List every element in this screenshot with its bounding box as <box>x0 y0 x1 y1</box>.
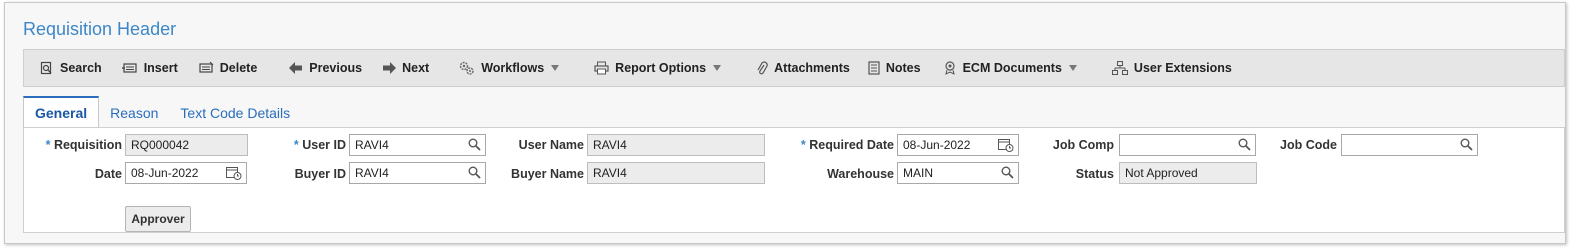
tab-text-code-details[interactable]: Text Code Details <box>169 98 301 127</box>
ecm-documents-label: ECM Documents <box>962 61 1062 75</box>
attachments-label: Attachments <box>774 61 850 75</box>
warehouse-label: Warehouse <box>827 167 894 181</box>
printer-icon <box>594 61 609 75</box>
arrow-right-icon <box>383 62 397 74</box>
required-date-field[interactable]: 08-Jun-2022 <box>897 134 1019 156</box>
buyer-id-label: Buyer ID <box>294 167 346 181</box>
job-code-field[interactable] <box>1341 134 1478 156</box>
insert-button[interactable]: Insert <box>116 50 184 86</box>
report-options-button[interactable]: Report Options <box>588 50 738 86</box>
warehouse-field[interactable]: MAIN <box>897 162 1019 184</box>
user-extensions-label: User Extensions <box>1133 61 1232 75</box>
previous-button[interactable]: Previous <box>283 50 368 86</box>
job-code-label: Job Code <box>1280 138 1337 152</box>
ecm-documents-button[interactable]: ECM Documents <box>937 50 1094 86</box>
search-button[interactable]: Search <box>34 50 108 86</box>
date-label: Date <box>94 167 122 181</box>
notes-label: Notes <box>885 61 921 75</box>
calendar-icon[interactable] <box>226 166 242 180</box>
general-panel: * Requisition RQ000042 * User ID RAVI4 U… <box>23 127 1565 233</box>
user-name-label: User Name <box>518 138 584 152</box>
next-label: Next <box>402 61 430 75</box>
user-id-label: * User ID <box>293 138 346 152</box>
ecm-documents-dropdown-icon[interactable] <box>1068 65 1084 71</box>
calendar-icon[interactable] <box>998 138 1014 152</box>
previous-label: Previous <box>309 61 363 75</box>
workflows-label: Workflows <box>481 61 545 75</box>
user-id-field[interactable]: RAVI4 <box>349 134 486 156</box>
insert-label: Insert <box>143 61 178 75</box>
magnifier-icon[interactable] <box>468 166 481 179</box>
magnifier-icon[interactable] <box>1460 138 1473 151</box>
user-name-field: RAVI4 <box>587 134 765 156</box>
ecm-icon <box>944 61 955 75</box>
requisition-field: RQ000042 <box>125 134 248 156</box>
notes-button[interactable]: Notes <box>862 50 927 86</box>
delete-icon <box>199 61 214 73</box>
buyer-id-field[interactable]: RAVI4 <box>349 162 486 184</box>
date-field[interactable]: 08-Jun-2022 <box>125 162 247 184</box>
tab-reason[interactable]: Reason <box>99 98 169 127</box>
search-label: Search <box>60 61 102 75</box>
search-icon <box>40 61 52 75</box>
approver-button[interactable]: Approver <box>125 206 191 232</box>
hierarchy-icon <box>1111 61 1128 75</box>
required-date-label: * Required Date <box>800 138 894 152</box>
magnifier-icon[interactable] <box>468 138 481 151</box>
paperclip-icon <box>757 61 768 75</box>
page-title: Requisition Header <box>23 19 177 39</box>
buyer-name-field: RAVI4 <box>587 162 765 184</box>
requisition-header-window: Requisition Header Search Insert Delete … <box>4 2 1566 244</box>
buyer-name-label: Buyer Name <box>511 167 584 181</box>
workflows-button[interactable]: Workflows <box>453 50 576 86</box>
insert-icon <box>121 63 137 73</box>
job-comp-label: Job Comp <box>1052 138 1114 152</box>
notes-icon <box>868 61 880 75</box>
magnifier-icon[interactable] <box>1238 138 1251 151</box>
workflows-dropdown-icon[interactable] <box>550 65 566 71</box>
magnifier-icon[interactable] <box>1001 166 1014 179</box>
attachments-button[interactable]: Attachments <box>750 50 856 86</box>
report-options-label: Report Options <box>615 61 707 75</box>
tab-bar: General Reason Text Code Details <box>23 96 301 127</box>
delete-button[interactable]: Delete <box>192 50 264 86</box>
next-button[interactable]: Next <box>376 50 435 86</box>
toolbar: Search Insert Delete Previous Next Workf… <box>23 49 1565 87</box>
job-comp-field[interactable] <box>1119 134 1256 156</box>
status-label: Status <box>1075 167 1114 181</box>
requisition-label: * Requisition <box>45 138 122 152</box>
user-extensions-button[interactable]: User Extensions <box>1106 50 1238 86</box>
arrow-left-icon <box>289 62 303 74</box>
report-options-dropdown-icon[interactable] <box>712 65 728 71</box>
status-field: Not Approved <box>1119 162 1257 184</box>
tab-general[interactable]: General <box>23 96 100 127</box>
gears-icon <box>459 61 474 75</box>
delete-label: Delete <box>219 61 258 75</box>
